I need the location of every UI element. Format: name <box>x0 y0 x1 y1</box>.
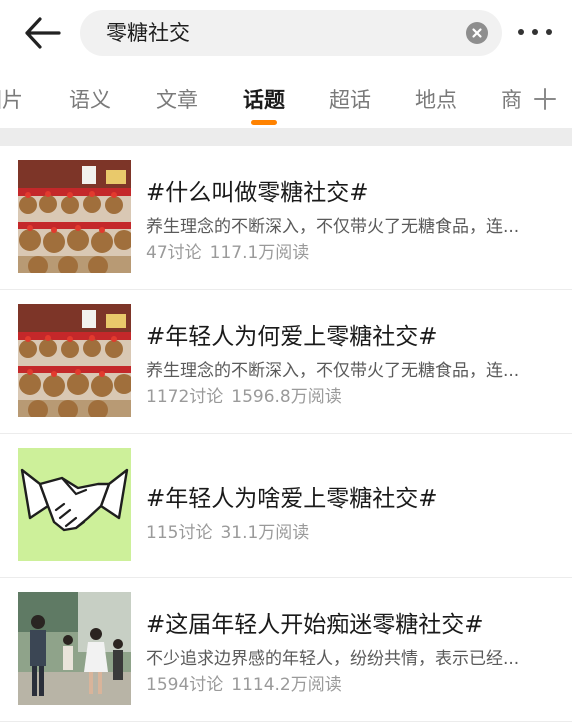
read-count: 31.1万阅读 <box>220 523 310 543</box>
topic-item[interactable]: #年轻人为何爱上零糖社交# 养生理念的不断深入，不仅带火了无糖食品，连... 1… <box>0 290 572 434</box>
topic-title: #什么叫做零糖社交# <box>146 180 369 206</box>
discussion-count: 1172讨论 <box>146 387 224 407</box>
back-arrow-icon[interactable] <box>22 14 62 52</box>
topic-title: #年轻人为啥爱上零糖社交# <box>146 486 438 512</box>
read-count: 1596.8万阅读 <box>231 387 342 407</box>
topic-item[interactable]: #这届年轻人开始痴迷零糖社交# 不少追求边界感的年轻人，纷纷共情，表示已经...… <box>0 578 572 722</box>
plush-toys-thumbnail <box>18 304 131 417</box>
add-tab-icon[interactable] <box>522 86 568 112</box>
topic-item[interactable]: #什么叫做零糖社交# 养生理念的不断深入，不仅带火了无糖食品，连... 47讨论… <box>0 146 572 290</box>
people-photo-thumbnail <box>18 592 131 705</box>
more-options-icon[interactable] <box>516 22 554 42</box>
topic-stats: 115讨论 31.1万阅读 <box>146 518 309 543</box>
topic-description: 养生理念的不断深入，不仅带火了无糖食品，连... <box>146 217 520 237</box>
discussion-count: 47讨论 <box>146 243 202 263</box>
topic-item[interactable]: #年轻人为啥爱上零糖社交# 115讨论 31.1万阅读 <box>0 434 572 578</box>
topic-description: 不少追求边界感的年轻人，纷纷共情，表示已经... <box>146 649 520 669</box>
topic-title: #年轻人为何爱上零糖社交# <box>146 324 438 350</box>
tab-locations[interactable]: 地点 <box>415 84 457 114</box>
topic-description: 养生理念的不断深入，不仅带火了无糖食品，连... <box>146 361 520 381</box>
handshake-thumbnail <box>18 448 131 561</box>
tab-semantic[interactable]: 语义 <box>69 84 111 114</box>
topic-stats: 47讨论 117.1万阅读 <box>146 238 309 263</box>
search-input[interactable]: 零糖社交 <box>80 10 502 56</box>
topic-stats: 1172讨论 1596.8万阅读 <box>146 382 342 407</box>
topic-title: #这届年轻人开始痴迷零糖社交# <box>146 612 484 638</box>
read-count: 117.1万阅读 <box>209 243 310 263</box>
active-tab-indicator <box>251 120 277 125</box>
topic-stats: 1594讨论 1114.2万阅读 <box>146 670 342 695</box>
top-bar: 零糖社交 <box>0 0 572 66</box>
tab-articles[interactable]: 文章 <box>156 84 198 114</box>
section-divider <box>0 128 572 146</box>
read-count: 1114.2万阅读 <box>231 675 342 695</box>
discussion-count: 1594讨论 <box>146 675 224 695</box>
category-tabs: 图片 语义 文章 话题 超话 地点 商 <box>0 66 572 128</box>
tab-super-topics[interactable]: 超话 <box>329 84 371 114</box>
clear-icon[interactable] <box>466 22 488 44</box>
tab-images[interactable]: 图片 <box>0 84 23 114</box>
plush-toys-thumbnail <box>18 160 131 273</box>
tab-topics[interactable]: 话题 <box>243 84 285 114</box>
discussion-count: 115讨论 <box>146 523 213 543</box>
tab-shop[interactable]: 商 <box>501 84 522 114</box>
search-query: 零糖社交 <box>106 21 190 45</box>
